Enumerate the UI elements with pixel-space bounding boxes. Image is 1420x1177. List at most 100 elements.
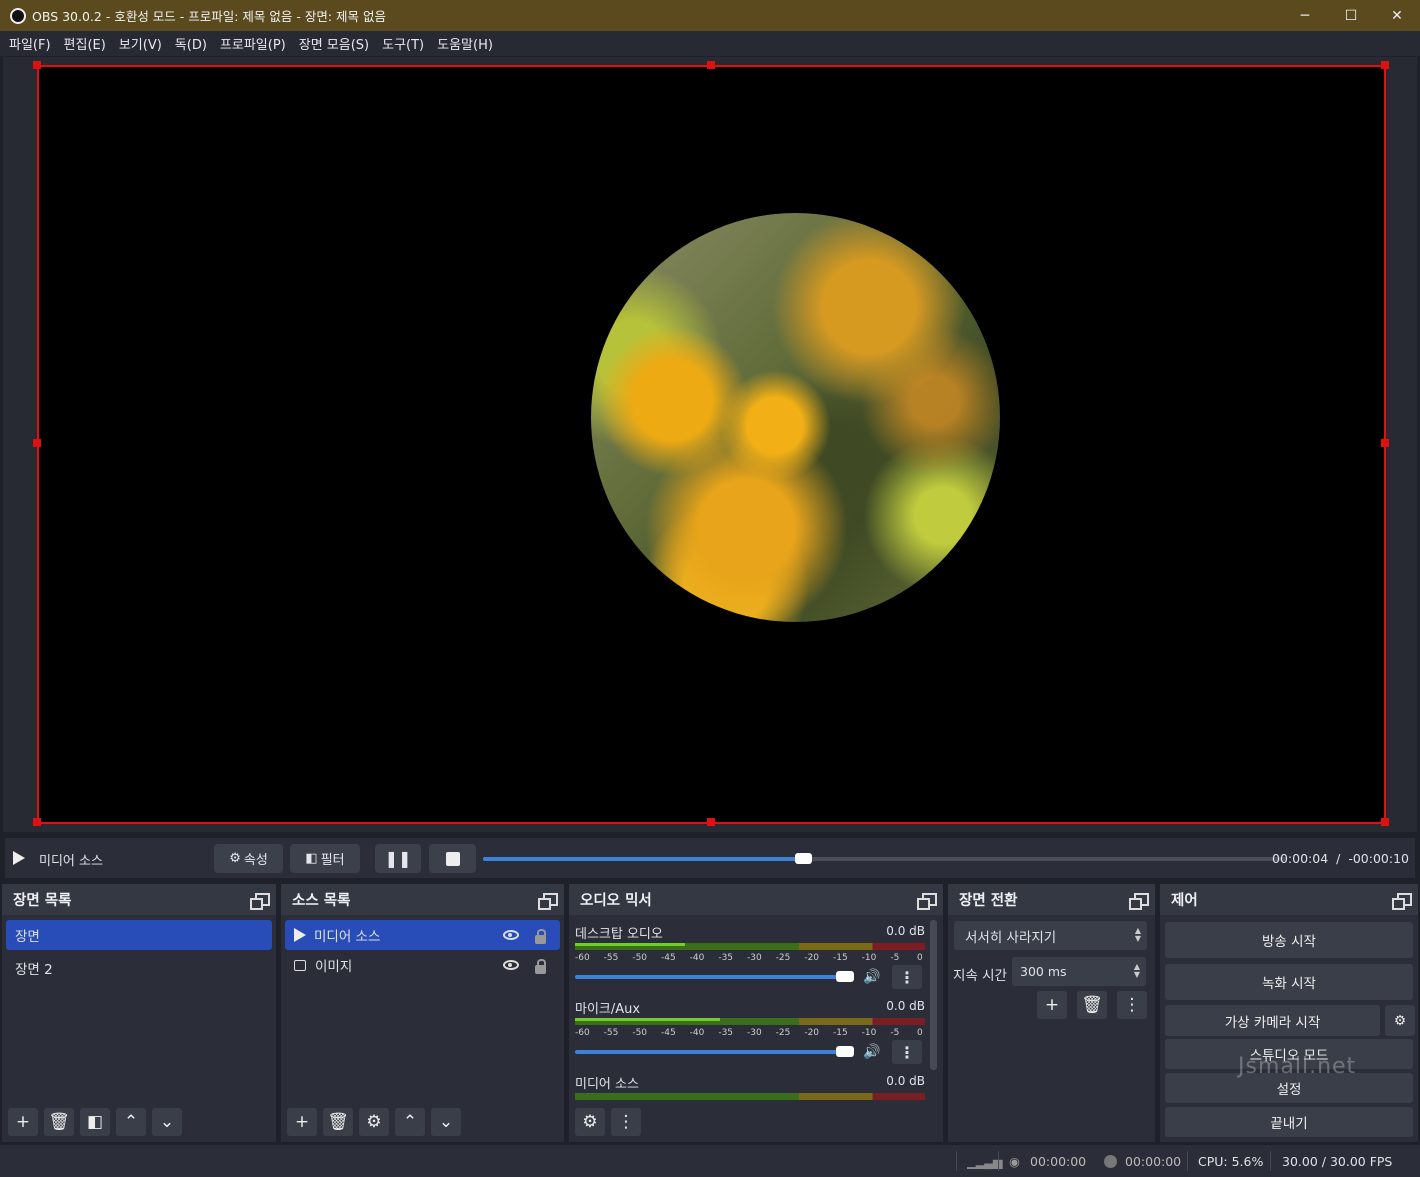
- preview-area[interactable]: [3, 57, 1417, 832]
- properties-button[interactable]: ⚙ 속성: [214, 844, 283, 873]
- menu-profile[interactable]: 프로파일(P): [220, 34, 286, 53]
- start-streaming-button[interactable]: 방송 시작: [1165, 922, 1413, 958]
- transform-handle-top-left[interactable]: [33, 61, 41, 69]
- remove-source-button[interactable]: 🗑: [323, 1108, 353, 1136]
- add-scene-button[interactable]: +: [8, 1108, 38, 1136]
- menu-docks[interactable]: 독(D): [175, 34, 207, 53]
- undock-icon[interactable]: [538, 893, 558, 910]
- meter-tick-label: -40: [689, 1028, 705, 1038]
- filters-button[interactable]: ◧ 필터: [290, 844, 360, 873]
- menu-file[interactable]: 파일(F): [9, 34, 51, 53]
- speaker-icon[interactable]: 🔊: [863, 1044, 880, 1060]
- mixer-scrollbar[interactable]: [930, 920, 937, 1070]
- visibility-eye-icon[interactable]: [503, 960, 519, 970]
- title-bar: OBS 30.0.2 - 호환성 모드 - 프로파일: 제목 없음 - 장면: …: [0, 0, 1420, 31]
- signal-bars-icon: ▁▂▃▅: [967, 1154, 1002, 1169]
- meter-tick-label: -15: [833, 953, 848, 963]
- transform-handle-bottom[interactable]: [707, 818, 715, 826]
- scene-item[interactable]: 장면 2: [6, 953, 272, 983]
- media-seek-slider[interactable]: [483, 853, 1286, 864]
- gears-icon: ⚙: [582, 1112, 598, 1132]
- pause-button[interactable]: ❚❚: [375, 844, 421, 873]
- move-source-up-button[interactable]: ⌃: [395, 1108, 425, 1136]
- menu-edit[interactable]: 편집(E): [64, 34, 106, 53]
- media-time: 00:00:04 / -00:00:10: [1272, 851, 1409, 866]
- channel-name: 데스크탑 오디오: [575, 927, 663, 942]
- controls-dock: 제어 방송 시작 녹화 시작 가상 카메라 시작 ⚙ 스튜디오 모드 설정 끝내…: [1160, 884, 1418, 1142]
- play-icon: [13, 851, 25, 865]
- meter-tick-label: -60: [575, 1028, 590, 1038]
- source-properties-button[interactable]: ⚙: [359, 1108, 389, 1136]
- seek-handle[interactable]: [795, 853, 813, 864]
- remove-transition-button[interactable]: 🗑: [1077, 991, 1107, 1019]
- duration-spinbox[interactable]: 300 ms ▲ ▼: [1012, 957, 1146, 986]
- add-source-button[interactable]: +: [287, 1108, 317, 1136]
- menu-help[interactable]: 도움말(H): [437, 34, 493, 53]
- source-item[interactable]: 이미지: [285, 950, 560, 980]
- transition-select[interactable]: 서서히 사라지기 ▲ ▼: [954, 921, 1147, 950]
- sources-dock: 소스 목록 미디어 소스 이미지 + 🗑 ⚙ ⌃ ⌄: [281, 884, 564, 1142]
- add-transition-button[interactable]: +: [1037, 991, 1067, 1019]
- undock-icon[interactable]: [250, 893, 270, 910]
- undock-icon[interactable]: [917, 893, 937, 910]
- volume-handle[interactable]: [836, 1046, 854, 1057]
- advanced-audio-button[interactable]: ⚙: [575, 1108, 605, 1136]
- move-scene-down-button[interactable]: ⌄: [152, 1108, 182, 1136]
- close-button[interactable]: ✕: [1374, 0, 1420, 31]
- menu-view[interactable]: 보기(V): [119, 34, 162, 53]
- menu-scene-collection[interactable]: 장면 모음(S): [299, 34, 369, 53]
- filter-icon: ◧: [305, 851, 318, 866]
- channel-menu-button[interactable]: ⋮: [892, 965, 922, 989]
- volume-slider[interactable]: [575, 971, 854, 982]
- volume-slider[interactable]: [575, 1046, 854, 1057]
- volume-handle[interactable]: [836, 971, 854, 982]
- minimize-button[interactable]: ─: [1282, 0, 1328, 31]
- transform-handle-left[interactable]: [33, 439, 41, 447]
- transform-handle-bottom-right[interactable]: [1381, 818, 1389, 826]
- maximize-button[interactable]: ☐: [1328, 0, 1374, 31]
- more-vertical-icon: ⋮: [1123, 995, 1141, 1015]
- undock-icon[interactable]: [1392, 893, 1412, 910]
- lock-icon[interactable]: [535, 959, 546, 974]
- gear-icon: ⚙: [366, 1112, 382, 1132]
- meter-tick-label: -5: [890, 1028, 900, 1038]
- exit-button[interactable]: 끝내기: [1165, 1107, 1413, 1137]
- transform-handle-right[interactable]: [1381, 439, 1389, 447]
- visibility-eye-icon[interactable]: [503, 930, 519, 940]
- menu-tools[interactable]: 도구(T): [382, 34, 424, 53]
- preview-canvas[interactable]: [37, 65, 1386, 824]
- stop-button[interactable]: [429, 844, 476, 873]
- pause-icon: ❚❚: [384, 849, 412, 868]
- channel-db: 0.0 dB: [886, 1074, 925, 1088]
- channel-db: 0.0 dB: [886, 999, 925, 1013]
- channel-menu-button[interactable]: ⋮: [892, 1040, 922, 1064]
- stop-icon: [445, 851, 460, 866]
- transform-handle-top-right[interactable]: [1381, 61, 1389, 69]
- transform-handle-top[interactable]: [707, 61, 715, 69]
- source-item[interactable]: 미디어 소스: [285, 920, 560, 950]
- undock-icon[interactable]: [1129, 893, 1149, 910]
- remove-scene-button[interactable]: 🗑: [44, 1108, 74, 1136]
- scene-filters-button[interactable]: ◧: [80, 1108, 110, 1136]
- flower-media-image[interactable]: [591, 213, 1000, 622]
- start-recording-button[interactable]: 녹화 시작: [1165, 964, 1413, 1000]
- move-scene-up-button[interactable]: ⌃: [116, 1108, 146, 1136]
- plus-icon: +: [1044, 995, 1060, 1015]
- fps-display: 30.00 / 30.00 FPS: [1282, 1154, 1393, 1169]
- lock-icon[interactable]: [535, 929, 546, 944]
- transform-handle-bottom-left[interactable]: [33, 818, 41, 826]
- meter-ticks: -60 -55 -50 -45 -40 -35 -30 -25 -20 -15 -10 -5 0: [575, 953, 925, 967]
- audio-mixer-dock: 오디오 믹서 데스크탑 오디오 0.0 dB -60 -55 -50 -45 -40 -3…: [569, 884, 943, 1142]
- channel-name: 미디어 소스: [575, 1077, 639, 1092]
- move-source-down-button[interactable]: ⌄: [431, 1108, 461, 1136]
- start-virtual-camera-button[interactable]: 가상 카메라 시작: [1165, 1005, 1380, 1036]
- transition-menu-button[interactable]: ⋮: [1117, 991, 1147, 1019]
- virtual-camera-settings-button[interactable]: ⚙: [1385, 1005, 1415, 1036]
- mixer-menu-button[interactable]: ⋮: [611, 1108, 641, 1136]
- scene-item[interactable]: 장면: [6, 920, 272, 950]
- meter-tick-label: -45: [661, 1028, 676, 1038]
- transitions-header: 장면 전환: [948, 884, 1155, 915]
- window-title: OBS 30.0.2 - 호환성 모드 - 프로파일: 제목 없음 - 장면: …: [32, 9, 387, 24]
- speaker-icon[interactable]: 🔊: [863, 969, 880, 985]
- watermark-text: Jsmall.net: [1238, 1054, 1357, 1079]
